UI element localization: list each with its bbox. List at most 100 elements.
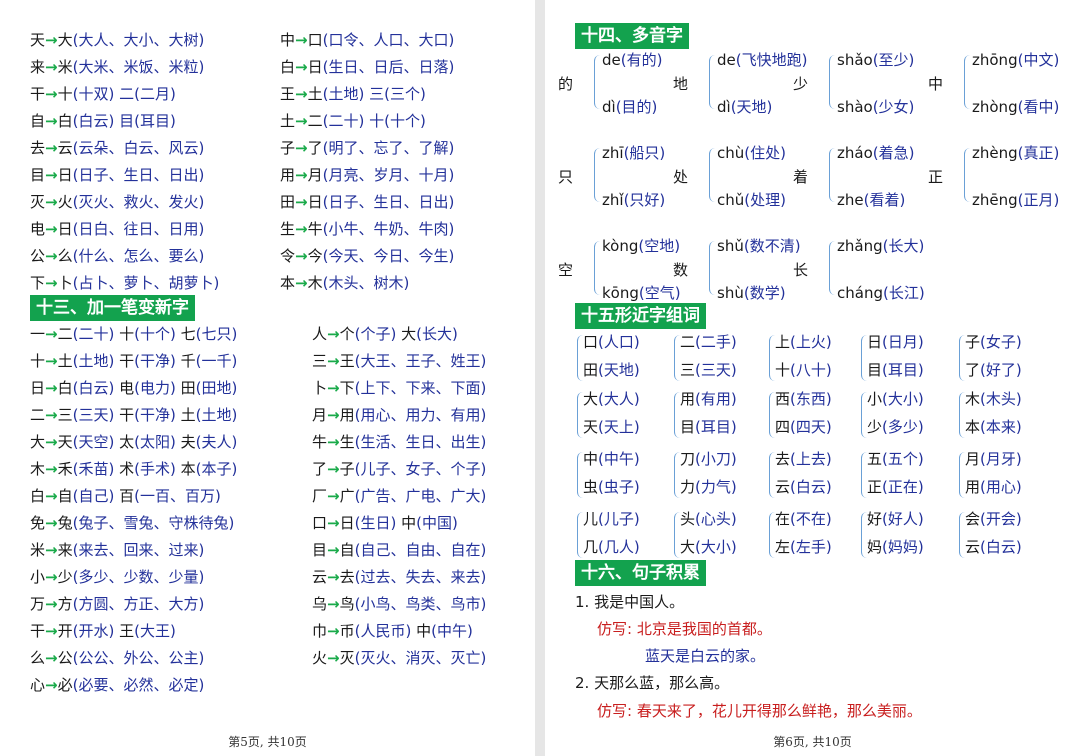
add-stroke-char: 电 <box>114 379 135 397</box>
entry-row: 白→日(生日、日后、日落) <box>280 57 454 77</box>
similar-example: (好人) <box>882 510 924 528</box>
target-char: 日 <box>57 220 73 238</box>
similar-example: (耳目) <box>695 418 737 436</box>
source-char: 自 <box>30 112 46 130</box>
add-stroke-words: (生日) <box>354 514 397 532</box>
paren-close: ) <box>198 247 205 265</box>
add-stroke-words: (二十) <box>72 325 115 343</box>
entry-row: 天→大(大人、大小、大树) <box>30 30 204 50</box>
pinyin: cháng <box>837 284 883 302</box>
add-stroke-row: 目→自(自己、自由、自在) <box>312 540 486 560</box>
paren-close: ) <box>448 58 455 76</box>
add-stroke-words: (土地) <box>72 352 115 370</box>
paren-close: ) <box>448 193 455 211</box>
target-char: 日 <box>57 166 73 184</box>
source-char: 中 <box>280 31 296 49</box>
similar-example: (日月) <box>882 333 924 351</box>
similar-char: 头 <box>680 510 696 528</box>
add-stroke-words: (手术) <box>134 460 176 478</box>
example-words: 月亮、岁月、十月 <box>328 166 449 184</box>
add-stroke-arrow-icon: → <box>327 406 340 424</box>
similar-char: 田 <box>583 361 599 379</box>
example-word: (着急) <box>872 144 915 162</box>
example-word: (有的) <box>620 51 663 69</box>
entry-row: 干→十(十双) 二(二月) <box>30 84 176 104</box>
add-stroke-words: (来去、回来、过来) <box>72 541 205 559</box>
add-stroke-words: (兔子、雪兔、守株待兔) <box>72 514 235 532</box>
source-char: 干 <box>30 85 46 103</box>
entry-row: 目→日(日子、生日、日出) <box>30 165 204 185</box>
add-stroke-arrow-icon: → <box>327 487 340 505</box>
source-char: 王 <box>280 85 296 103</box>
polyphone-character: 着 <box>793 168 809 186</box>
add-stroke-row: 日→白(白云) 电(电力) 田(田地) <box>30 378 237 398</box>
add-stroke-arrow-icon: → <box>327 622 340 640</box>
add-stroke-arrow-icon: → <box>45 379 58 397</box>
example-words: 木头、树木 <box>328 274 404 292</box>
example-words: 日白、往日、日用 <box>78 220 199 238</box>
add-stroke-row: 木→禾(禾苗) 术(手术) 本(本子) <box>30 459 237 479</box>
entry-row: 去→云(云朵、白云、风云) <box>30 138 204 158</box>
add-stroke-char: 术 <box>114 460 135 478</box>
entry-row: 土→二(二十) 十(十个) <box>280 111 426 131</box>
similar-char: 云 <box>965 538 981 556</box>
similar-word: 大(大小) <box>680 537 737 557</box>
pinyin: zhēng <box>972 191 1018 209</box>
add-stroke-row: 火→灭(灭火、消灭、灭亡) <box>312 648 486 668</box>
add-stroke-char: 方 <box>57 595 73 613</box>
example-words: 占卜、萝卜、胡萝卜 <box>78 274 214 292</box>
pinyin: zhǐ <box>602 191 624 209</box>
add-stroke-words: (灭火、消灭、灭亡) <box>354 649 487 667</box>
example-word: (只好) <box>623 191 666 209</box>
pronunciation-bottom: zhòng(看中) <box>972 97 1059 117</box>
pronunciation-top: zhèng(真正) <box>972 143 1059 163</box>
add-stroke-row: 干→开(开水) 王(大王) <box>30 621 176 641</box>
pinyin: dì <box>602 98 616 116</box>
paren-close: ) <box>198 31 205 49</box>
add-stroke-words: (一千) <box>195 352 238 370</box>
similar-char: 好 <box>867 510 883 528</box>
similar-word: 月(月牙) <box>965 449 1022 469</box>
add-stroke-arrow-icon: → <box>45 541 58 559</box>
similar-char: 四 <box>775 418 791 436</box>
target-char: 木 <box>307 274 323 292</box>
add-stroke-char: 干 <box>114 352 135 370</box>
arrow-icon: → <box>45 193 58 211</box>
similar-example: (好了) <box>980 361 1022 379</box>
add-stroke-words: (用心、用力、有用) <box>354 406 487 424</box>
polyphone-character: 的 <box>558 75 574 93</box>
add-stroke-arrow-icon: → <box>45 676 58 694</box>
similar-word: 二(二手) <box>680 332 737 352</box>
add-stroke-words: (三天) <box>72 406 115 424</box>
target-char: 月 <box>307 166 323 184</box>
similar-example: (白云) <box>790 478 832 496</box>
pinyin: shǔ <box>717 237 744 255</box>
add-stroke-arrow-icon: → <box>45 622 58 640</box>
arrow-icon: → <box>295 139 308 157</box>
add-stroke-char: 火 <box>312 649 328 667</box>
add-stroke-words: (七只) <box>195 325 238 343</box>
similar-char: 上 <box>775 333 791 351</box>
entry-row: 下→卜(占卜、萝卜、胡萝卜) <box>30 273 219 293</box>
similar-char: 虫 <box>583 478 599 496</box>
similar-word: 用(有用) <box>680 389 737 409</box>
similar-example: (用心) <box>980 478 1022 496</box>
similar-char: 去 <box>775 450 791 468</box>
polyphone-char: 处 <box>673 167 688 187</box>
paren-close: ) <box>213 274 220 292</box>
polyphone-character: 空 <box>558 261 574 279</box>
add-stroke-words: (白云) <box>72 379 115 397</box>
add-stroke-words: (公公、外公、公主) <box>72 649 205 667</box>
target-char: 日 <box>307 193 323 211</box>
add-stroke-char: 千 <box>175 352 196 370</box>
add-stroke-char: 大 <box>396 325 417 343</box>
add-stroke-char: 下 <box>339 379 355 397</box>
add-stroke-arrow-icon: → <box>327 433 340 451</box>
similar-char: 大 <box>583 390 599 408</box>
source-char: 白 <box>280 58 296 76</box>
example-words: 十双 <box>78 85 109 103</box>
add-stroke-arrow-icon: → <box>327 568 340 586</box>
polyphone-char: 中 <box>928 74 943 94</box>
similar-word: 刀(小刀) <box>680 449 737 469</box>
brace <box>709 241 715 295</box>
